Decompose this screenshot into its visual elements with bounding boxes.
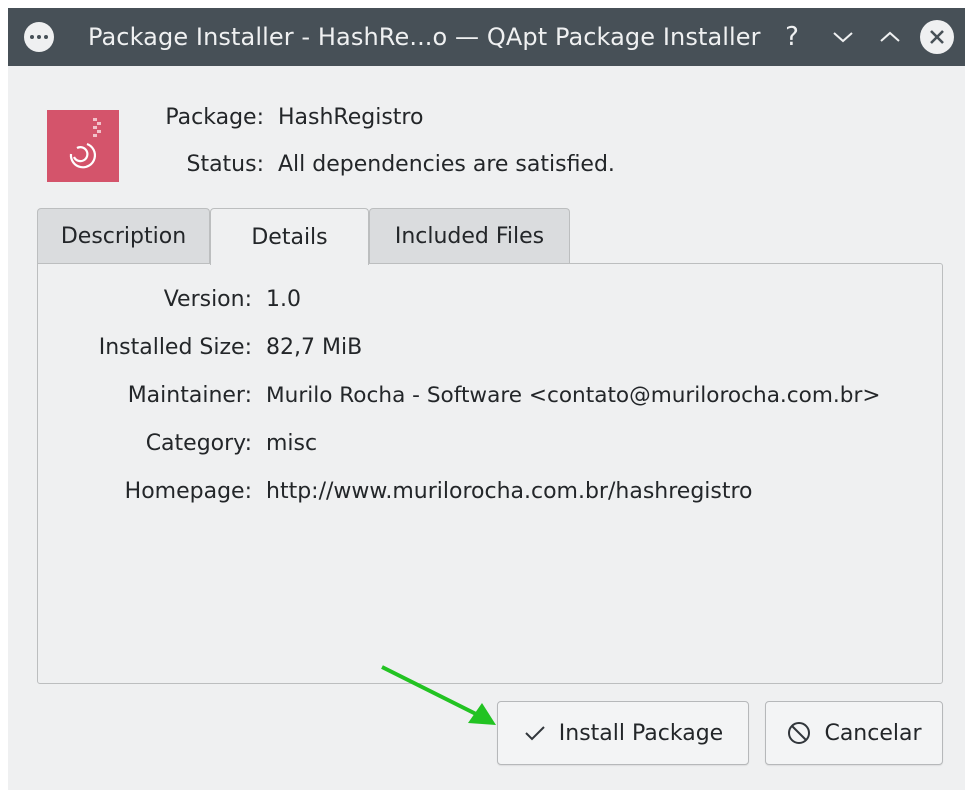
installed-size-label: Installed Size: <box>98 335 252 360</box>
cancel-circle-icon <box>786 720 812 746</box>
minimize-button[interactable] <box>826 20 860 54</box>
cancel-button[interactable]: Cancelar <box>765 701 943 765</box>
close-button[interactable] <box>920 20 954 54</box>
status-label: Status: <box>186 152 264 177</box>
tab-description[interactable]: Description <box>37 208 210 264</box>
menu-icon <box>29 35 50 39</box>
category-value: misc <box>266 431 318 456</box>
status-value: All dependencies are satisfied. <box>278 152 615 177</box>
title-bar: Package Installer - HashRe...o — QApt Pa… <box>8 8 965 66</box>
annotation-arrow <box>381 665 496 725</box>
package-name: HashRegistro <box>278 105 424 130</box>
install-package-button[interactable]: Install Package <box>497 701 749 765</box>
maximize-button[interactable] <box>873 20 907 54</box>
install-package-label: Install Package <box>558 720 724 746</box>
checkmark-icon <box>523 723 547 743</box>
version-value: 1.0 <box>266 287 301 312</box>
maximize-icon <box>880 31 900 42</box>
details-panel: Version: 1.0 Installed Size: 82,7 MiB Ma… <box>37 263 943 684</box>
help-icon: ? <box>785 22 799 52</box>
minimize-icon <box>833 32 853 43</box>
tab-included-files[interactable]: Included Files <box>369 208 570 264</box>
cancel-label: Cancelar <box>824 720 922 746</box>
installed-size-value: 82,7 MiB <box>266 335 363 360</box>
homepage-value[interactable]: http://www.murilorocha.com.br/hashregist… <box>266 478 753 506</box>
qapt-installer-window: Package Installer - HashRe...o — QApt Pa… <box>8 8 965 790</box>
close-icon <box>930 30 944 44</box>
help-button[interactable]: ? <box>775 20 809 54</box>
category-label: Category: <box>145 431 252 456</box>
tab-details[interactable]: Details <box>210 208 369 265</box>
maintainer-value: Murilo Rocha - Software <contato@murilor… <box>266 383 881 408</box>
window-menu-button[interactable] <box>24 22 54 52</box>
version-label: Version: <box>163 287 252 312</box>
window-title: Package Installer - HashRe...o — QApt Pa… <box>88 23 761 51</box>
package-label: Package: <box>165 105 264 130</box>
maintainer-label: Maintainer: <box>127 383 252 408</box>
homepage-label: Homepage: <box>124 479 252 504</box>
